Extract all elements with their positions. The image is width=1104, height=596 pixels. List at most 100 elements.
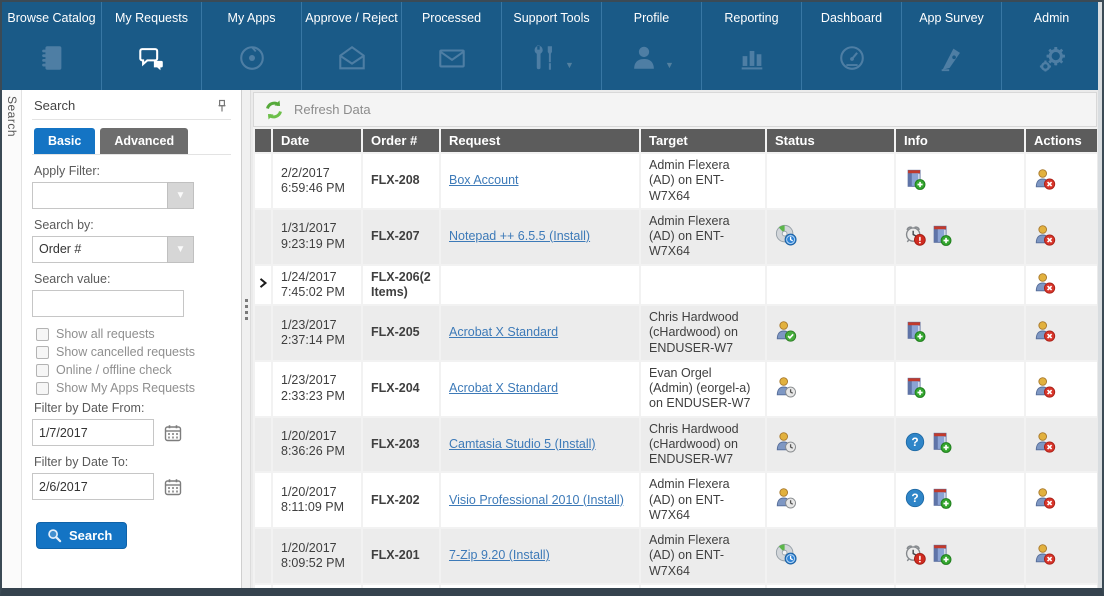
expand-row-icon[interactable] [258,277,268,289]
table-row: 1/23/20172:33:23 PM FLX-204 Acrobat X St… [255,362,1097,416]
search-by-value: Order # [32,236,167,263]
actions-cell [1026,154,1097,208]
user-remove-icon[interactable] [1034,168,1056,190]
alarm-error-icon[interactable] [904,224,926,246]
expand-cell [255,585,271,588]
checkbox-box[interactable] [36,382,49,395]
nav-browse-catalog[interactable]: Browse Catalog [2,2,102,90]
grid-toolbar: Refresh Data [253,92,1097,127]
date-cell: 1/20/20178:11:09 PM [273,473,361,527]
app-add-icon[interactable] [904,168,926,190]
nav-processed[interactable]: Processed [402,2,502,90]
tab-basic[interactable]: Basic [34,128,95,154]
expand-cell [255,529,271,583]
app-add-icon[interactable] [930,543,952,565]
app-add-icon[interactable] [904,376,926,398]
request-link[interactable]: Camtasia Studio 5 (Install) [449,437,596,451]
user-remove-icon[interactable] [1034,320,1056,342]
app-add-icon[interactable] [930,224,952,246]
alarm-error-icon[interactable] [904,543,926,565]
actions-cell [1026,418,1097,472]
disc-clock-icon [775,224,797,246]
user-remove-icon[interactable] [1034,272,1056,294]
question-icon[interactable] [904,487,926,509]
chevron-down-icon[interactable]: ▼ [167,236,194,263]
user-remove-icon[interactable] [1034,431,1056,453]
table-row: 1/23/20172:37:14 PM FLX-205 Acrobat X St… [255,306,1097,360]
checkbox-box[interactable] [36,364,49,377]
checkbox-online-offline-check[interactable]: Online / offline check [36,363,229,377]
nav-profile[interactable]: Profile ▼ [602,2,702,90]
order-cell: FLX-203 [363,418,439,472]
status-cell [767,154,894,208]
refresh-data-label[interactable]: Refresh Data [294,102,371,117]
user-remove-icon[interactable] [1034,487,1056,509]
date-cell: 1/20/20177:51:44 PM [273,585,361,588]
search-button[interactable]: Search [36,522,127,549]
user-remove-icon[interactable] [1034,224,1056,246]
pin-icon[interactable] [215,99,229,113]
nav-reporting[interactable]: Reporting [702,2,802,90]
app-add-icon[interactable] [930,487,952,509]
request-link[interactable]: Visio Professional 2010 (Install) [449,493,624,507]
nav-admin[interactable]: Admin [1002,2,1098,90]
app-add-icon[interactable] [904,320,926,342]
nav-app-survey[interactable]: App Survey [902,2,1002,90]
col-date[interactable]: Date [273,129,361,152]
nav-my-apps[interactable]: My Apps [202,2,302,90]
panel-splitter[interactable] [242,90,251,588]
request-link[interactable]: Box Account [449,173,519,187]
request-link[interactable]: Acrobat X Standard [449,381,558,395]
question-icon[interactable] [904,431,926,453]
col-status[interactable]: Status [767,129,894,152]
expand-cell[interactable] [255,266,271,305]
user-remove-icon[interactable] [1034,543,1056,565]
gears-icon [1037,43,1067,73]
actions-cell [1026,473,1097,527]
request-cell: Acrobat X Standard [441,362,639,416]
bar-chart-icon [737,43,767,73]
nav-support-tools[interactable]: Support Tools ▼ [502,2,602,90]
refresh-icon[interactable] [262,98,286,122]
disc-clock-icon [775,543,797,565]
nav-my-requests[interactable]: My Requests [102,2,202,90]
actions-cell [1026,585,1097,588]
actions-cell [1026,306,1097,360]
calendar-icon[interactable] [163,477,183,497]
gauge-icon [837,43,867,73]
nav-label: Processed [422,11,481,25]
checkbox-show-cancelled-requests[interactable]: Show cancelled requests [36,345,229,359]
search-value-input[interactable] [32,290,184,317]
col-target[interactable]: Target [641,129,765,152]
request-link[interactable]: 7-Zip 9.20 (Install) [449,548,550,562]
date-from-input[interactable] [32,419,154,446]
date-to-input[interactable] [32,473,154,500]
checkbox-box[interactable] [36,346,49,359]
col-request[interactable]: Request [441,129,639,152]
search-panel-collapsed-tab[interactable]: Search [2,90,22,588]
status-cell [767,529,894,583]
calendar-icon[interactable] [163,423,183,443]
checkbox-show-my-apps-requests[interactable]: Show My Apps Requests [36,381,229,395]
app-add-icon[interactable] [930,431,952,453]
envelope-icon [437,43,467,73]
nav-dashboard[interactable]: Dashboard [802,2,902,90]
nav-approve-reject[interactable]: Approve / Reject [302,2,402,90]
chevron-down-icon: ▼ [565,60,574,70]
tab-advanced[interactable]: Advanced [100,128,188,154]
apply-filter-dropdown[interactable]: ▼ [32,182,194,209]
order-cell: FLX-206(2 Items) [363,266,439,305]
request-link[interactable]: Notepad ++ 6.5.5 (Install) [449,229,590,243]
person-icon [629,43,659,73]
checkbox-show-all-requests[interactable]: Show all requests [36,327,229,341]
checkbox-box[interactable] [36,328,49,341]
col-info[interactable]: Info [896,129,1024,152]
actions-cell [1026,266,1097,305]
search-by-dropdown[interactable]: Order # ▼ [32,236,194,263]
nav-label: Reporting [724,11,778,25]
request-link[interactable]: Acrobat X Standard [449,325,558,339]
col-order[interactable]: Order # [363,129,439,152]
col-actions[interactable]: Actions [1026,129,1097,152]
chevron-down-icon[interactable]: ▼ [167,182,194,209]
user-remove-icon[interactable] [1034,376,1056,398]
